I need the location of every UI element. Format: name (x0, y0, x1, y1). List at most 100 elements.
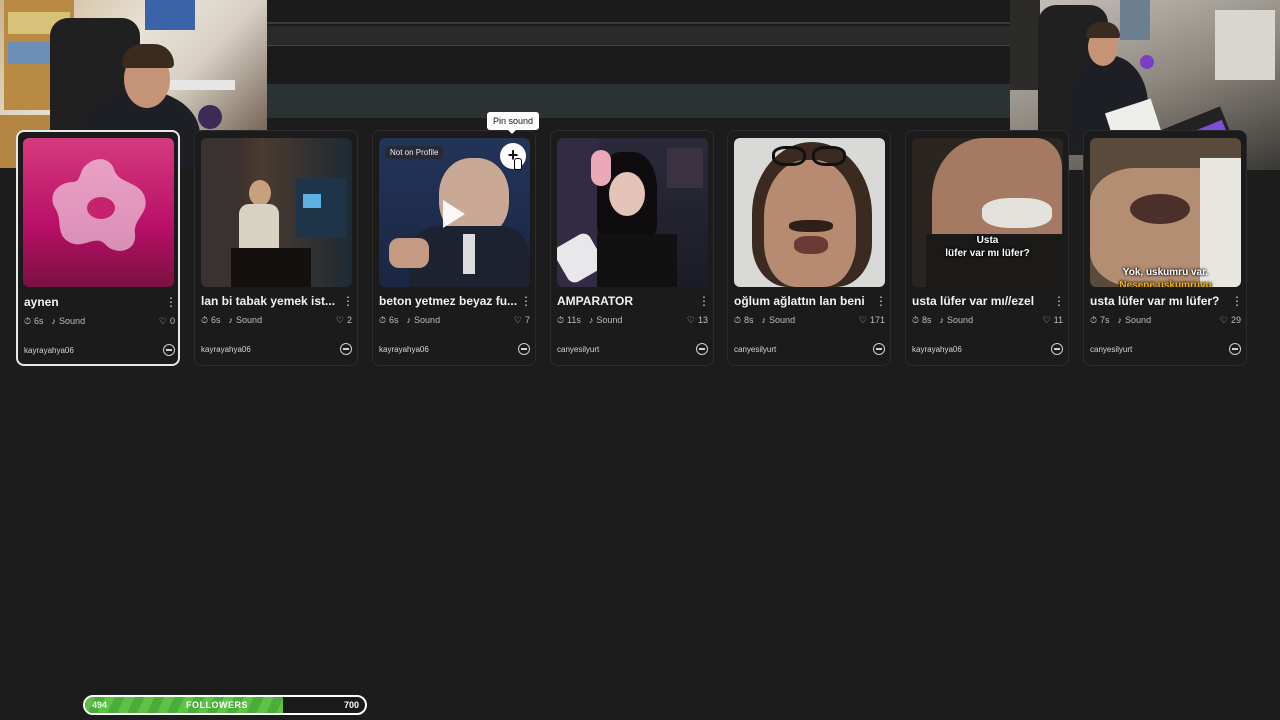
timer-icon: ⏱ (24, 315, 32, 326)
heart-icon[interactable]: ♡ (159, 316, 167, 327)
sound-card[interactable]: oğlum ağlattın lan beni ⋮ ⏱ 8s ♪ Sound ♡ 17… (727, 130, 891, 366)
remove-circle-icon[interactable] (696, 343, 708, 355)
sound-author[interactable]: canyesilyurt (1090, 345, 1132, 354)
music-note-icon: ♪ (588, 315, 594, 325)
sound-title[interactable]: aynen (24, 295, 165, 309)
pin-sound-button[interactable]: + (500, 143, 526, 169)
timer-icon: ⏱ (557, 314, 565, 325)
sound-type: Sound (236, 315, 263, 325)
sound-author[interactable]: kayrayahya06 (912, 345, 962, 354)
sound-card[interactable]: Yok, uskumru var. Nesene uskumruyu usta … (1083, 130, 1247, 366)
play-icon[interactable] (443, 200, 465, 228)
sound-duration: 7s (1100, 315, 1110, 325)
timer-icon: ⏱ (912, 314, 920, 325)
sound-card[interactable]: aynen ⋮ ⏱ 6s ♪ Sound ♡ 0 kayrayahya06 (16, 130, 180, 366)
top-browser-bar (267, 0, 1010, 118)
more-options-icon[interactable]: ⋮ (165, 295, 177, 309)
sound-type: Sound (947, 315, 974, 325)
music-note-icon: ♪ (51, 316, 57, 326)
sound-title[interactable]: AMPARATOR (557, 294, 698, 308)
sound-title[interactable]: usta lüfer var mı lüfer? (1090, 294, 1231, 308)
sound-type: Sound (1125, 315, 1152, 325)
sound-card[interactable]: Not on Profile + beton yetmez beyaz fu..… (372, 130, 536, 366)
sound-title[interactable]: oğlum ağlattın lan beni (734, 294, 875, 308)
music-note-icon: ♪ (228, 315, 234, 325)
like-count: 0 (169, 316, 175, 326)
hand-cursor-icon (514, 158, 522, 170)
music-note-icon: ♪ (1117, 315, 1123, 325)
sound-duration: 6s (211, 315, 221, 325)
sound-author[interactable]: canyesilyurt (557, 345, 599, 354)
sound-thumbnail[interactable] (23, 138, 174, 287)
followers-goal: 700 (343, 700, 359, 710)
timer-icon: ⏱ (734, 314, 742, 325)
remove-circle-icon[interactable] (1229, 343, 1241, 355)
sound-author[interactable]: canyesilyurt (734, 345, 776, 354)
sound-type: Sound (596, 315, 623, 325)
heart-icon[interactable]: ♡ (687, 315, 695, 326)
pin-sound-tooltip: Pin sound (487, 112, 540, 134)
timer-icon: ⏱ (379, 314, 387, 325)
address-strip (267, 26, 1010, 46)
sound-card-grid: aynen ⋮ ⏱ 6s ♪ Sound ♡ 0 kayrayahya06 lan b… (16, 130, 1248, 366)
sound-type: Sound (59, 316, 86, 326)
header-band (267, 84, 1010, 118)
sound-title[interactable]: usta lüfer var mı//ezel (912, 294, 1053, 308)
sound-card[interactable]: Usta lüfer var mı lüfer? usta lüfer var … (905, 130, 1069, 366)
like-count: 29 (1230, 315, 1241, 325)
subtitle-overlay: Usta lüfer var mı lüfer? (945, 235, 1030, 259)
sound-thumbnail[interactable]: Usta lüfer var mı lüfer? (912, 138, 1063, 287)
like-count: 2 (346, 315, 352, 325)
followers-label: FOLLOWERS (186, 700, 248, 710)
divider (267, 22, 1010, 24)
sound-author[interactable]: kayrayahya06 (379, 345, 429, 354)
subtitle-overlay: Yok, uskumru var. Nesene uskumruyu (1119, 267, 1212, 287)
sound-title[interactable]: lan bi tabak yemek ist... (201, 294, 342, 308)
sound-thumbnail[interactable] (557, 138, 708, 287)
music-note-icon: ♪ (761, 315, 767, 325)
sound-author[interactable]: kayrayahya06 (24, 346, 74, 355)
heart-icon[interactable]: ♡ (1220, 315, 1228, 326)
remove-circle-icon[interactable] (163, 344, 175, 356)
more-options-icon[interactable]: ⋮ (875, 294, 887, 308)
app-logo-icon (52, 159, 146, 251)
sound-author[interactable]: kayrayahya06 (201, 345, 251, 354)
sound-title[interactable]: beton yetmez beyaz fu... (379, 294, 520, 308)
more-options-icon[interactable]: ⋮ (1231, 294, 1243, 308)
heart-icon[interactable]: ♡ (514, 315, 522, 326)
music-note-icon: ♪ (939, 315, 945, 325)
like-count: 7 (524, 315, 530, 325)
sound-card[interactable]: lan bi tabak yemek ist... ⋮ ⏱ 6s ♪ Sound ♡… (194, 130, 358, 366)
like-count: 171 (869, 315, 885, 325)
remove-circle-icon[interactable] (518, 343, 530, 355)
sound-duration: 6s (389, 315, 399, 325)
sound-thumbnail[interactable] (201, 138, 352, 287)
sound-card[interactable]: AMPARATOR ⋮ ⏱ 11s ♪ Sound ♡ 13 canyesilyurt (550, 130, 714, 366)
sound-type: Sound (769, 315, 796, 325)
sound-type: Sound (414, 315, 441, 325)
timer-icon: ⏱ (1090, 314, 1098, 325)
like-count: 11 (1053, 315, 1063, 325)
remove-circle-icon[interactable] (340, 343, 352, 355)
heart-icon[interactable]: ♡ (336, 315, 344, 326)
sound-duration: 6s (34, 316, 44, 326)
sound-thumbnail[interactable] (734, 138, 885, 287)
sound-duration: 11s (567, 315, 581, 325)
not-on-profile-badge: Not on Profile (385, 146, 444, 159)
sound-duration: 8s (744, 315, 754, 325)
sound-thumbnail[interactable]: Yok, uskumru var. Nesene uskumruyu (1090, 138, 1241, 287)
followers-goal-bar: 494 FOLLOWERS 700 (83, 695, 367, 715)
more-options-icon[interactable]: ⋮ (698, 294, 710, 308)
sound-duration: 8s (922, 315, 932, 325)
music-note-icon: ♪ (406, 315, 412, 325)
more-options-icon[interactable]: ⋮ (1053, 294, 1065, 308)
remove-circle-icon[interactable] (1051, 343, 1063, 355)
timer-icon: ⏱ (201, 314, 209, 325)
heart-icon[interactable]: ♡ (1043, 315, 1051, 326)
heart-icon[interactable]: ♡ (859, 315, 867, 326)
like-count: 13 (697, 315, 708, 325)
more-options-icon[interactable]: ⋮ (342, 294, 354, 308)
sound-thumbnail[interactable]: Not on Profile + (379, 138, 530, 287)
remove-circle-icon[interactable] (873, 343, 885, 355)
more-options-icon[interactable]: ⋮ (520, 294, 532, 308)
